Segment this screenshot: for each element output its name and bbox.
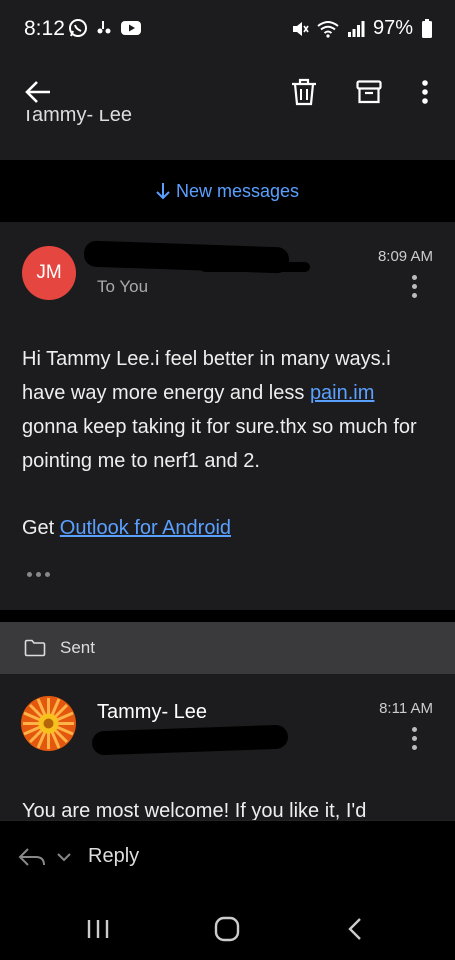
previous-sender-name: Tammy- Lee [22,110,133,126]
show-quoted-text-icon[interactable] [27,572,50,577]
new-messages-label: New messages [175,180,300,201]
message-more-icon[interactable] [412,727,418,750]
previous-message-header[interactable]: Tammy- Lee [0,110,455,160]
reply-bar: Reply [0,820,455,898]
notification-icons [68,18,142,38]
recents-icon[interactable] [78,912,118,946]
chevron-down-icon[interactable] [56,851,72,863]
reply-label: Reply [88,845,140,867]
more-vert-icon[interactable] [403,70,447,114]
message-card-tammy: Tammy- Lee 8:11 AM You are most welcome!… [0,674,455,822]
recipient-label[interactable]: To You [97,277,148,297]
message-card-jm: JM To You 8:09 AM Hi Tammy Lee.i feel be… [0,222,455,610]
reply-icon [18,847,45,866]
status-bar: 8:12 97% [0,0,455,60]
message-more-icon[interactable] [412,275,418,298]
body-link[interactable]: pain.im [310,382,374,404]
redacted-recipient [91,724,289,756]
mute-icon [292,21,309,36]
signal-icon [347,20,365,37]
voicemail-icon [97,21,111,34]
back-arrow-icon[interactable] [16,70,60,114]
body-text-part2: gonna keep taking it for sure.thx so muc… [22,416,417,472]
message-body: Hi Tammy Lee.i feel better in many ways.… [22,342,432,478]
folder-icon [24,639,46,657]
arrow-down-icon [156,183,170,200]
battery-icon [422,18,432,38]
status-indicators: 97% [291,17,433,40]
reply-button[interactable]: Reply [18,845,139,868]
redacted-sender-tail [200,262,310,272]
new-messages-banner[interactable]: New messages [0,160,455,222]
battery-percent: 97% [372,17,413,39]
message-time: 8:11 AM [379,700,433,717]
sender-name: Tammy- Lee [97,701,208,723]
home-icon[interactable] [207,912,247,946]
folder-label: Sent [60,638,95,657]
whatsapp-icon [69,19,87,37]
back-icon[interactable] [335,912,375,946]
message-signature: Get Outlook for Android [22,511,432,545]
avatar[interactable] [21,696,76,751]
avatar[interactable]: JM [22,246,76,300]
outlook-link[interactable]: Outlook for Android [60,517,231,539]
folder-bar[interactable]: Sent [0,622,455,674]
wifi-icon [317,20,339,38]
status-time: 8:12 [24,17,65,40]
trash-icon[interactable] [282,70,326,114]
message-time: 8:09 AM [377,248,433,265]
archive-icon[interactable] [347,70,391,114]
signature-prefix: Get [22,517,60,539]
system-nav-bar [0,898,455,960]
youtube-icon [121,21,141,35]
